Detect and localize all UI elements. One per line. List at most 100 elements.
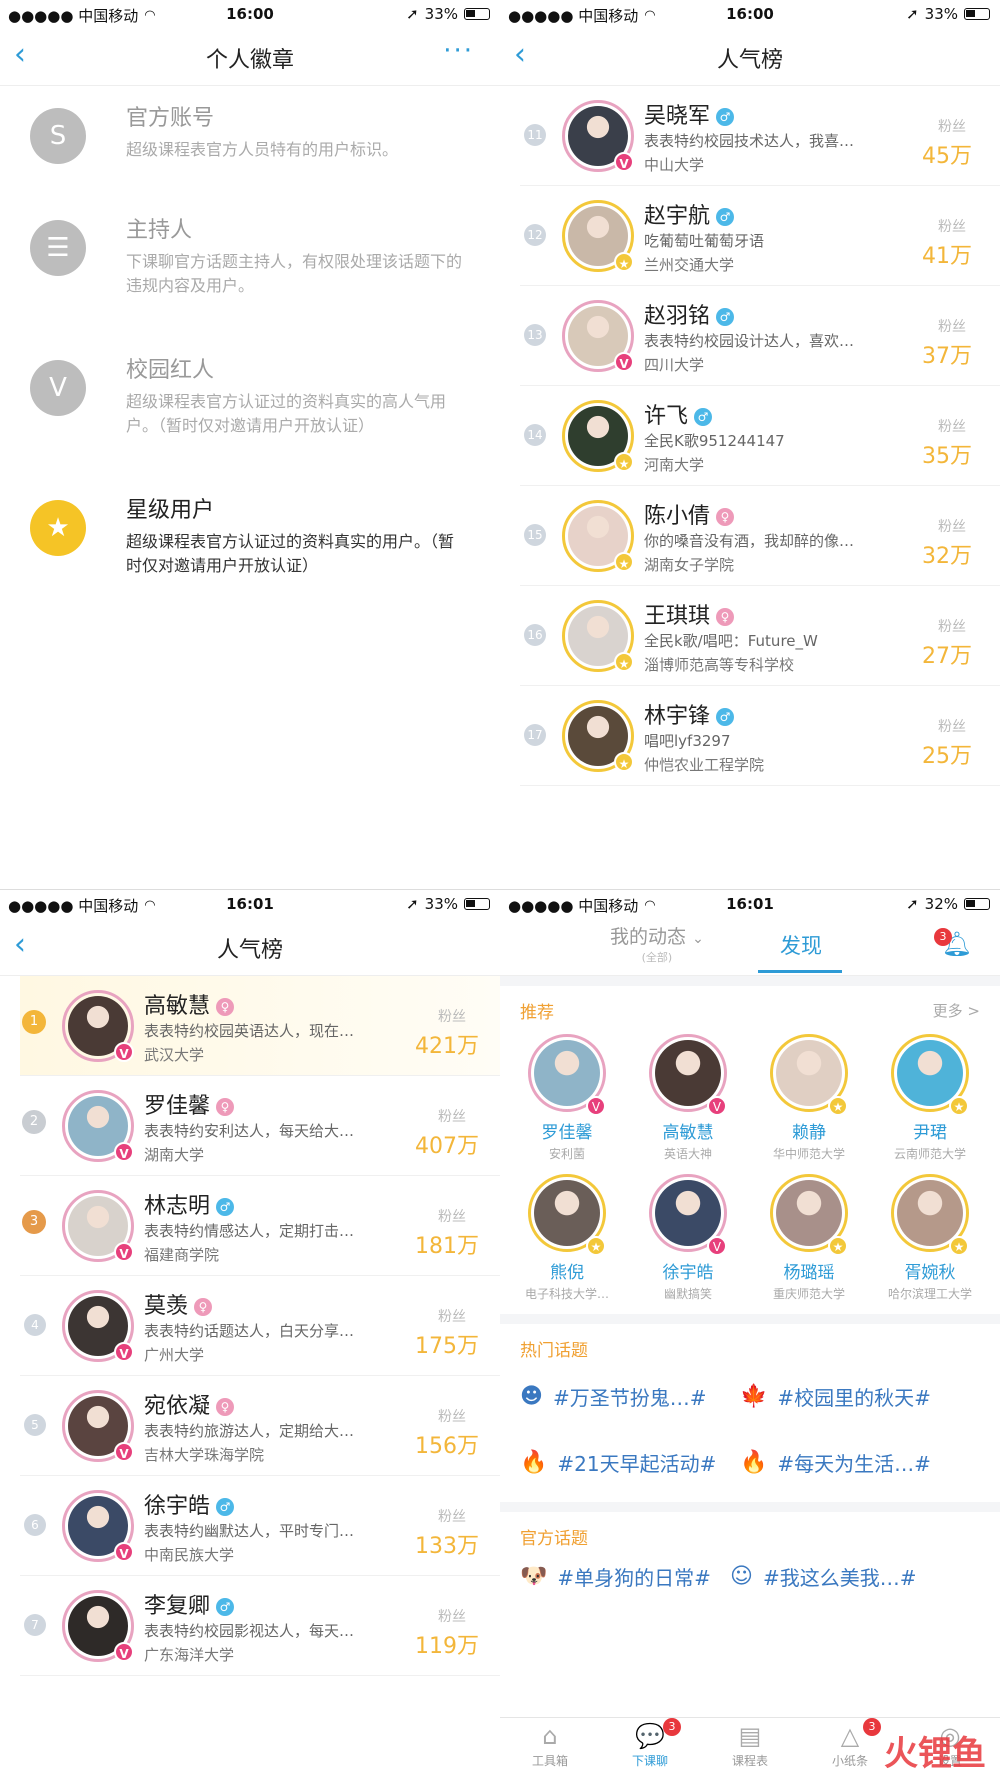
tab-label: 工具箱 bbox=[531, 1754, 568, 1768]
user-school: 湖南女子学院 bbox=[644, 556, 735, 574]
topic-item[interactable]: 🔥 #每天为生活…# bbox=[740, 1448, 931, 1477]
male-icon: ♂ bbox=[216, 1498, 235, 1516]
topic-item[interactable]: ☻ #万圣节扮鬼…# bbox=[520, 1382, 706, 1411]
user-name: 罗佳馨 bbox=[541, 1123, 593, 1143]
hot-topics-list: ☻ #万圣节扮鬼…# 🍁 #校园里的秋天# 🔥 #21天早起活动# 🔥 #每天为生活…# bbox=[500, 1362, 1000, 1502]
user-description: 表表特约旅游达人，定期给大… bbox=[144, 1422, 355, 1440]
fans-label: 粉丝 bbox=[438, 1109, 466, 1125]
recommended-user[interactable]: V 罗佳馨 安利菌 bbox=[508, 1034, 626, 1174]
verified-badge-icon: V bbox=[707, 1096, 727, 1116]
page-title: 个人徽章 bbox=[205, 48, 294, 73]
rank-row[interactable]: 3 V 林志明 ♂ 表表特约情感达人，定期打击… 福建商学院 粉丝 181万 bbox=[20, 1176, 500, 1276]
avatar-photo bbox=[655, 1040, 721, 1106]
tab-toolbox[interactable]: ⌂ 工具箱 bbox=[505, 1722, 595, 1769]
user-subtitle: 云南师范大学 bbox=[893, 1147, 966, 1161]
rank-row[interactable]: 14 ★ 许飞 ♂ 全民K歌951244147 河南大学 粉丝 35万 bbox=[520, 386, 1000, 486]
user-school: 淄博师范高等专科学校 bbox=[644, 656, 795, 674]
recommended-user[interactable]: V 徐宇皓 幽默搞笑 bbox=[629, 1174, 747, 1314]
star-badge-icon: ★ bbox=[614, 452, 634, 472]
avatar-photo bbox=[534, 1180, 600, 1246]
rank-number: 15 bbox=[524, 524, 546, 546]
user-name-line: 宛依凝 ♀ bbox=[144, 1388, 235, 1420]
rank-row[interactable]: 6 V 徐宇皓 ♂ 表表特约幽默达人，平时专门… 中南民族大学 粉丝 133万 bbox=[20, 1476, 500, 1576]
user-name: 许飞 bbox=[644, 404, 689, 429]
male-icon: ♂ bbox=[716, 208, 735, 226]
badge-item: V 校园红人 超级课程表官方认证过的资料真实的高人气用户。（暂时仅对邀请用户开放认证… bbox=[0, 352, 500, 472]
maple-leaf-icon: 🍁 bbox=[740, 1384, 768, 1409]
topic-item[interactable]: 🍁 #校园里的秋天# bbox=[740, 1382, 931, 1411]
tab-note[interactable]: △ 小纸条 3 bbox=[805, 1718, 895, 1769]
rank-row[interactable]: 17 ★ 林宇锋 ♂ 唱吧lyf3297 仲恺农业工程学院 粉丝 25万 bbox=[520, 686, 1000, 786]
recommended-user[interactable]: ★ 杨璐瑶 重庆师范大学 bbox=[750, 1174, 868, 1314]
tab-timetable[interactable]: ▤ 课程表 bbox=[705, 1722, 795, 1769]
rank-row[interactable]: 7 V 李复卿 ♂ 表表特约校园影视达人，每天… 广东海洋大学 粉丝 119万 bbox=[20, 1576, 500, 1676]
fire-icon: 🔥 bbox=[740, 1450, 768, 1475]
user-name: 徐宇皓 bbox=[662, 1263, 714, 1283]
user-school: 中南民族大学 bbox=[144, 1546, 235, 1564]
recommended-user[interactable]: V 高敏慧 英语大神 bbox=[629, 1034, 747, 1174]
more-link[interactable]: 更多 > bbox=[933, 1000, 980, 1021]
user-name: 宛依凝 bbox=[144, 1394, 211, 1419]
verified-badge-icon: V bbox=[114, 1142, 134, 1162]
verified-badge-icon: V bbox=[114, 1542, 134, 1562]
fans-count: 32万 bbox=[922, 544, 972, 569]
user-name-line: 王琪琪 ♀ bbox=[644, 598, 735, 630]
host-shield-icon: ☰ bbox=[30, 220, 86, 276]
recommended-user[interactable]: ★ 尹珺 云南师范大学 bbox=[871, 1034, 989, 1174]
star-badge-icon: ★ bbox=[614, 552, 634, 572]
battery-percent: 33% bbox=[424, 5, 458, 23]
recommended-user[interactable]: ★ 赖静华中师范大学 bbox=[750, 1034, 868, 1174]
rank-row[interactable]: 15 ★ 陈小倩 ♀ 你的嗓音没有酒，我却醉的像… 湖南女子学院 粉丝 32万 bbox=[520, 486, 1000, 586]
rank-row[interactable]: 11 V 吴晓军 ♂ 表表特约校园技术达人，我喜… 中山大学 粉丝 45万 bbox=[520, 86, 1000, 186]
avatar-photo bbox=[534, 1040, 600, 1106]
fans-label: 粉丝 bbox=[938, 519, 966, 535]
verified-badge-icon: V bbox=[614, 152, 634, 172]
user-name-line: 陈小倩 ♀ bbox=[644, 498, 735, 530]
topic-item[interactable]: ☺ #我这么美我…# bbox=[730, 1562, 916, 1591]
rank-row[interactable]: 4 V 莫羡 ♀ 表表特约话题达人，白天分享… 广州大学 粉丝 175万 bbox=[20, 1276, 500, 1376]
rank-number: 11 bbox=[524, 124, 546, 146]
fire-icon: 🔥 bbox=[520, 1450, 548, 1475]
tab-my-feed[interactable]: 我的动态 ⌄ (全部) bbox=[610, 922, 704, 965]
rank-row[interactable]: 5 V 宛依凝 ♀ 表表特约旅游达人，定期给大… 吉林大学珠海学院 粉丝 156万 bbox=[20, 1376, 500, 1476]
badge-description: 下课聊官方话题主持人，有权限处理该话题下的违规内容及用户。 bbox=[126, 252, 463, 295]
section-title: 推荐 bbox=[520, 1003, 554, 1023]
user-school: 吉林大学珠海学院 bbox=[144, 1446, 265, 1464]
user-name: 赵羽铭 bbox=[644, 304, 711, 329]
user-name: 熊倪 bbox=[550, 1263, 584, 1283]
user-school: 广东海洋大学 bbox=[144, 1646, 235, 1664]
fans-label: 粉丝 bbox=[938, 119, 966, 135]
rank-row[interactable]: 16 ★ 王琪琪 ♀ 全民k歌/唱吧：Future_W 淄博师范高等专科学校 粉丝 27万 bbox=[520, 586, 1000, 686]
official-topics-list: 🐶 #单身狗的日常# ☺ #我这么美我…# bbox=[500, 1550, 1000, 1610]
rank-row[interactable]: 2 V 罗佳馨 ♀ 表表特约安利达人，每天给大… 湖南大学 粉丝 407万 bbox=[20, 1076, 500, 1176]
tab-label: 小纸条 bbox=[831, 1754, 868, 1768]
topic-item[interactable]: 🔥 #21天早起活动# bbox=[520, 1448, 716, 1477]
tab-chat[interactable]: 💬 下课聊 3 bbox=[605, 1718, 695, 1769]
user-name-line: 李复卿 ♂ bbox=[144, 1588, 235, 1620]
user-description: 表表特约校园技术达人，我喜… bbox=[644, 132, 855, 150]
tab-my-feed-filter: (全部) bbox=[641, 951, 673, 964]
chat-icon: 💬 bbox=[635, 1722, 665, 1750]
rank-number: 7 bbox=[24, 1614, 46, 1636]
more-menu-icon[interactable]: ··· bbox=[443, 36, 474, 66]
user-subtitle: 华中师范大学 bbox=[772, 1147, 845, 1161]
fans-count: 119万 bbox=[415, 1634, 479, 1659]
recommended-user[interactable]: ★ 胥婉秋 哈尔滨理工大学 bbox=[871, 1174, 989, 1314]
rank-number: 12 bbox=[524, 224, 546, 246]
user-subtitle: 安利菌 bbox=[548, 1147, 585, 1161]
user-name: 赖静 bbox=[792, 1123, 826, 1143]
rank-row[interactable]: 13 V 赵羽铭 ♂ 表表特约校园设计达人，喜欢… 四川大学 粉丝 37万 bbox=[520, 286, 1000, 386]
avatar-photo bbox=[776, 1180, 842, 1246]
recommended-user[interactable]: ★ 熊倪 电子科技大学… bbox=[508, 1174, 626, 1314]
user-name-line: 罗佳馨 ♀ bbox=[144, 1088, 235, 1120]
user-name: 高敏慧 bbox=[144, 994, 211, 1019]
topic-item[interactable]: 🐶 #单身狗的日常# bbox=[520, 1562, 711, 1591]
fans-label: 粉丝 bbox=[938, 719, 966, 735]
badges-screen: ●●●●● 中国移动 ◠ 16:00 ➚ 33% ‹ 个人徽章 ··· S 官方账号超… bbox=[0, 0, 500, 890]
star-badge-icon: ★ bbox=[828, 1096, 848, 1116]
dog-icon: 🐶 bbox=[520, 1564, 548, 1589]
rank-medal-icon: 2 bbox=[22, 1110, 46, 1134]
tab-discover[interactable]: 发现 bbox=[780, 930, 822, 960]
rank-row[interactable]: 12 ★ 赵宇航 ♂ 吃葡萄吐葡萄牙语 兰州交通大学 粉丝 41万 bbox=[520, 186, 1000, 286]
rank-row[interactable]: 1 V 高敏慧 ♀ 表表特约校园英语达人，现在… 武汉大学 粉丝 421万 bbox=[20, 976, 500, 1076]
